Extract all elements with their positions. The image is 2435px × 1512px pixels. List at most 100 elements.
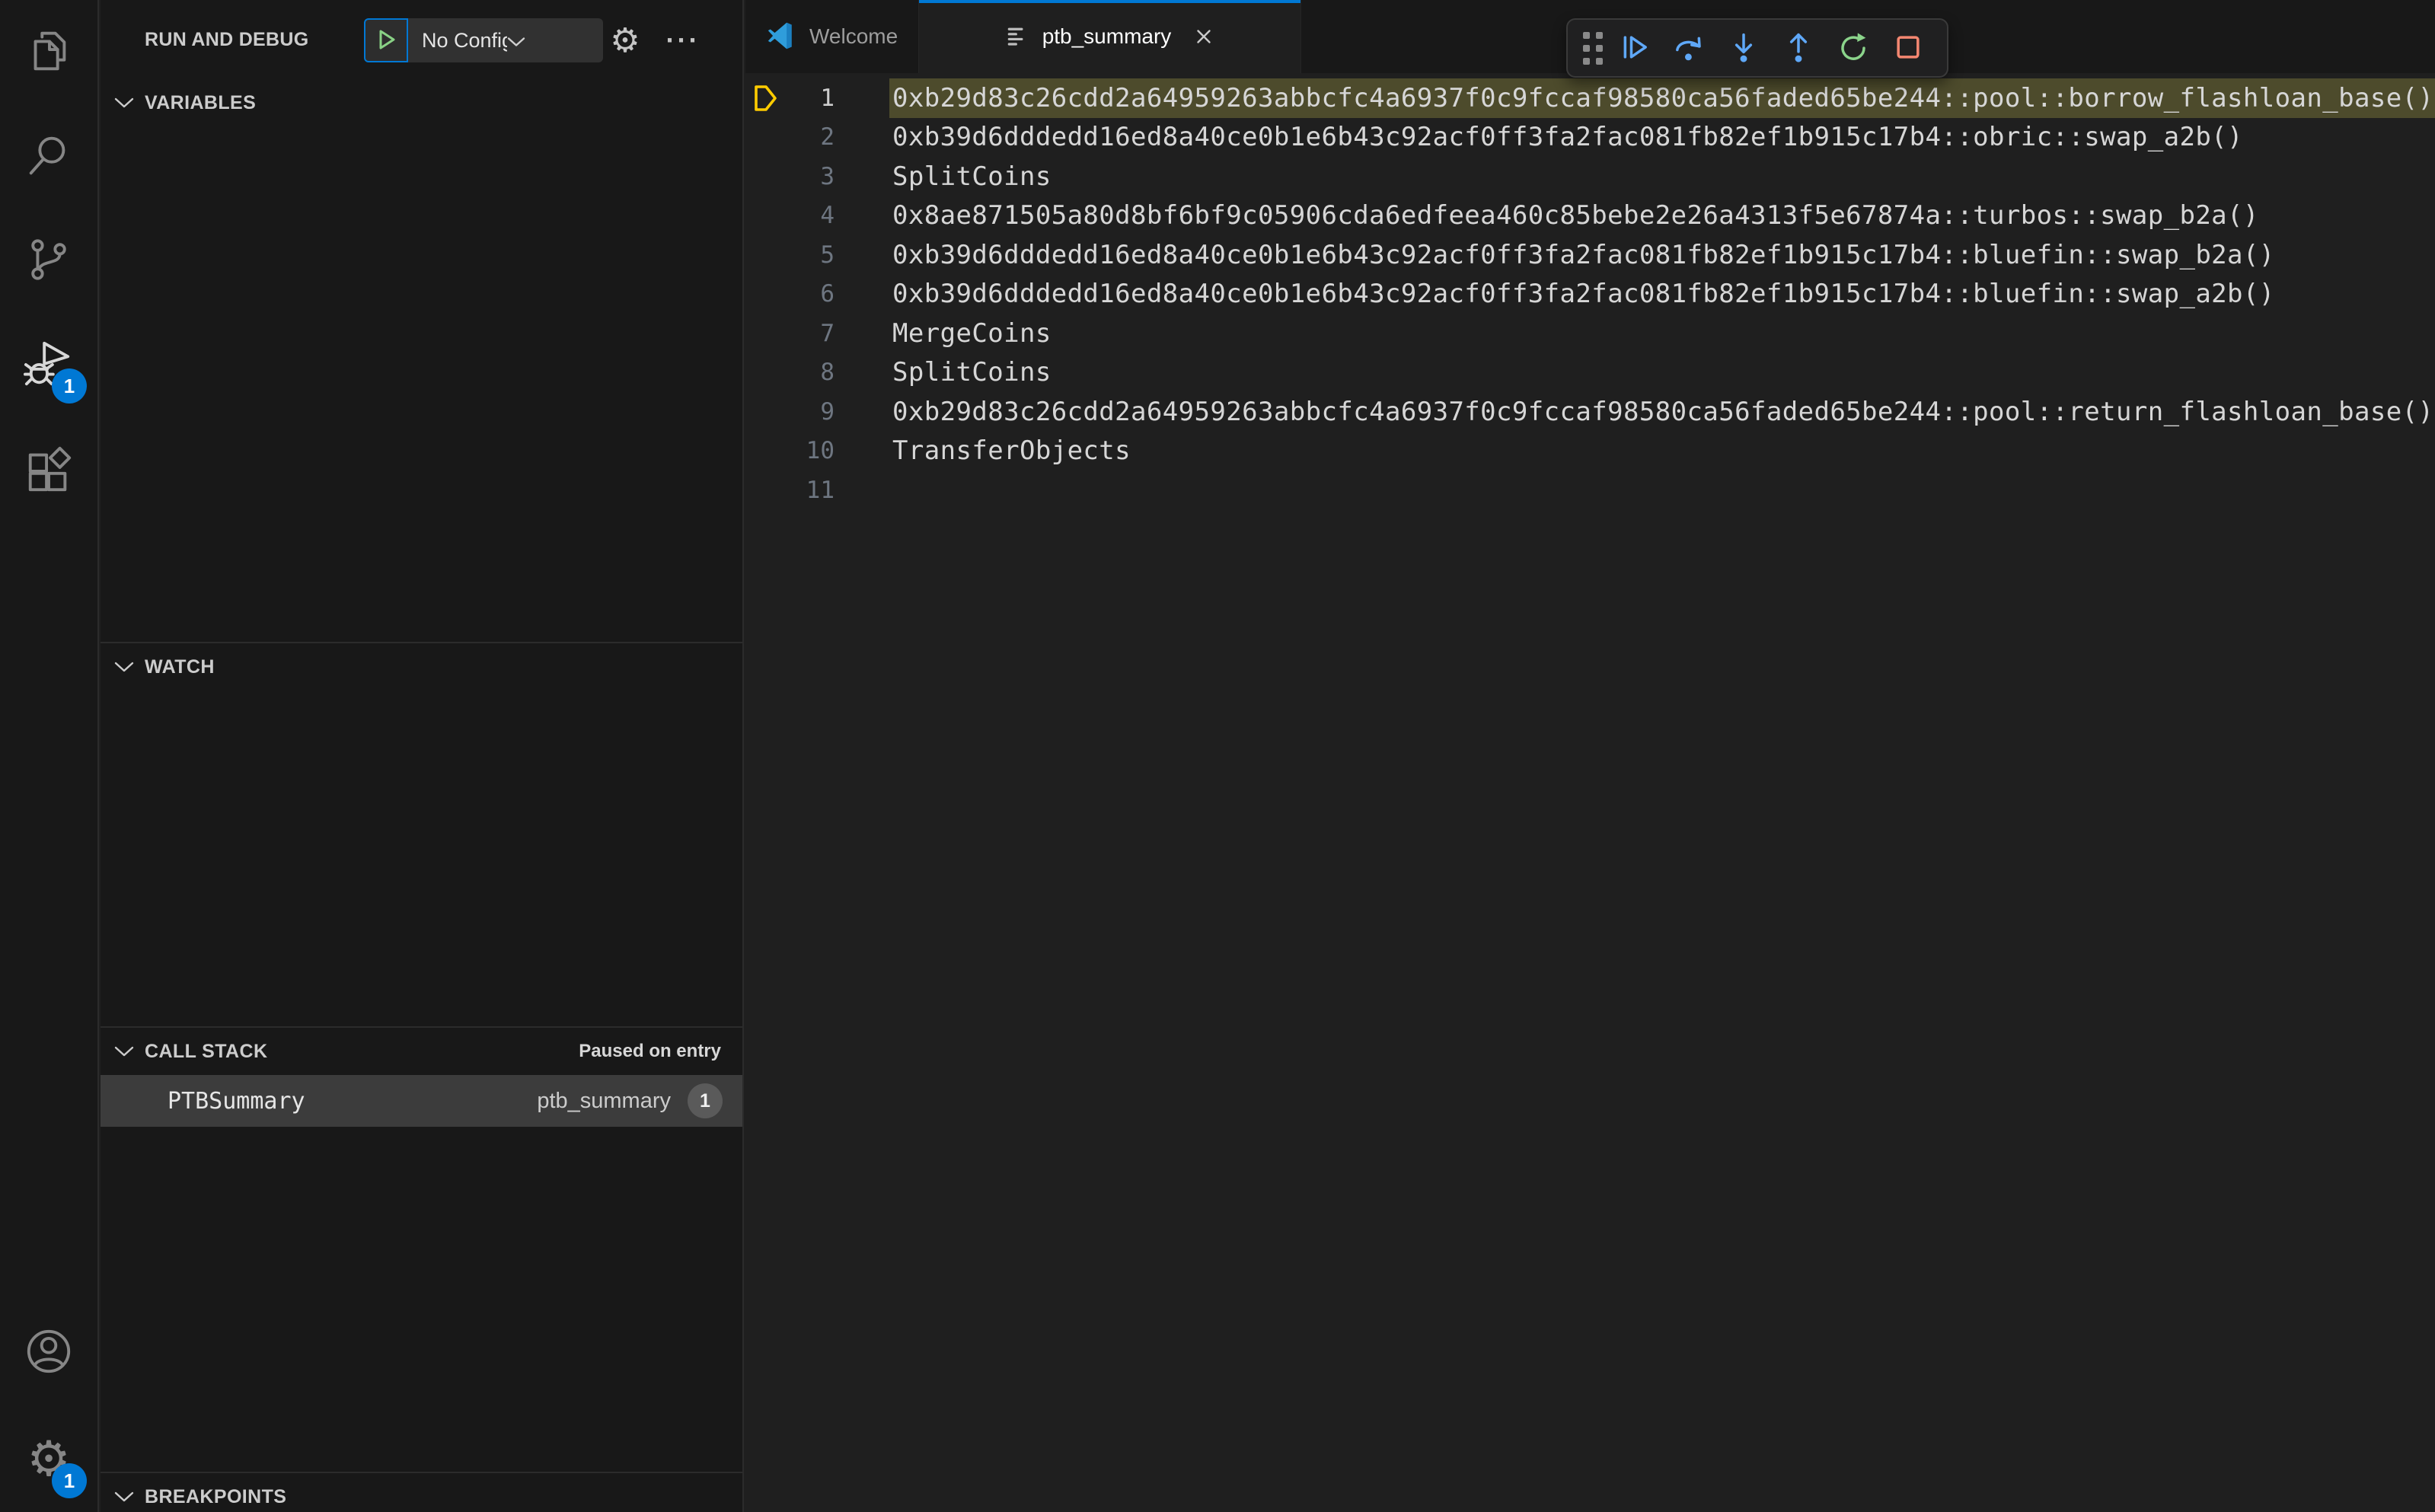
step-out-button[interactable]: [1775, 24, 1822, 72]
line-number: 1: [820, 84, 835, 112]
configuration-dropdown[interactable]: No Configur: [408, 18, 603, 62]
account-button[interactable]: [0, 1299, 97, 1405]
line-number: 5: [820, 241, 835, 269]
current-line-highlight: [889, 157, 2435, 196]
tab-welcome[interactable]: Welcome: [745, 0, 919, 73]
watch-section-label: WATCH: [145, 656, 215, 678]
frame-source: ptb_summary: [537, 1088, 671, 1113]
restart-icon: [1837, 31, 1869, 65]
run-and-debug-sidebar: RUN AND DEBUG No Configur ⚙ ···: [101, 0, 744, 1512]
line-number: 11: [806, 476, 835, 504]
close-icon[interactable]: [1192, 25, 1215, 48]
stop-button[interactable]: [1884, 24, 1932, 72]
sidebar-item-search[interactable]: [0, 104, 97, 209]
breakpoints-section-label: BREAKPOINTS: [145, 1485, 287, 1507]
drag-handle[interactable]: [1583, 31, 1603, 65]
current-line-highlight: [889, 353, 2435, 393]
start-debugging-button[interactable]: [364, 18, 408, 62]
step-into-button[interactable]: [1720, 24, 1767, 72]
continue-icon: [1618, 31, 1650, 65]
line-number-gutter[interactable]: 8: [745, 353, 892, 393]
debug-settings-gear-button[interactable]: ⚙: [603, 18, 647, 62]
code-line: 4 0x8ae871505a80d8bf6bf9c05906cda6edfeea…: [745, 196, 2435, 236]
call-stack-frame-row[interactable]: PTBSummary ptb_summary 1: [101, 1075, 742, 1127]
code-text[interactable]: 0xb29d83c26cdd2a64959263abbcfc4a6937f0c9…: [892, 83, 2433, 113]
breakpoints-section: BREAKPOINTS: [101, 1472, 742, 1512]
code-line: 5 0xb39d6dddedd16ed8a40ce0b1e6b43c92acf0…: [745, 235, 2435, 275]
search-icon: [24, 130, 74, 183]
chevron-down-icon: [114, 97, 134, 109]
views-more-actions-button[interactable]: ···: [661, 18, 705, 62]
line-number: 3: [820, 162, 835, 190]
sidebar-item-run-and-debug[interactable]: 1: [0, 313, 97, 417]
tab-ptb-summary[interactable]: ptb_summary: [919, 0, 1301, 73]
debug-toolbar: [1566, 18, 1948, 78]
line-number-gutter[interactable]: 10: [745, 432, 892, 471]
code-line: 8 SplitCoins: [745, 353, 2435, 393]
variables-section-header[interactable]: VARIABLES: [101, 79, 742, 126]
tab-label: Welcome: [809, 24, 898, 48]
code-line: 11: [745, 471, 2435, 510]
stop-icon: [1892, 31, 1924, 65]
gear-icon: ⚙: [610, 21, 640, 59]
sidebar-title: RUN AND DEBUG: [145, 28, 309, 50]
watch-section-header[interactable]: WATCH: [101, 643, 742, 691]
account-icon: [24, 1326, 74, 1379]
call-stack-section-label: CALL STACK: [145, 1040, 268, 1062]
code-text[interactable]: SplitCoins: [892, 161, 1052, 192]
chevron-down-icon: [114, 661, 134, 673]
breakpoints-section-header[interactable]: BREAKPOINTS: [101, 1473, 742, 1512]
code-text[interactable]: MergeCoins: [892, 318, 1052, 349]
sidebar-item-source-control[interactable]: [0, 209, 97, 313]
call-stack-section-header[interactable]: CALL STACK Paused on entry: [101, 1028, 742, 1075]
step-over-button[interactable]: [1665, 24, 1712, 72]
line-number: 7: [820, 319, 835, 347]
line-number-gutter[interactable]: 3: [745, 157, 892, 196]
line-number-gutter[interactable]: 11: [745, 471, 892, 510]
step-over-icon: [1673, 31, 1705, 65]
configuration-dropdown-label: No Configur: [422, 28, 507, 52]
chevron-down-icon: [114, 1045, 134, 1057]
code-editor: 1 0xb29d83c26cdd2a64959263abbcfc4a6937f0…: [745, 73, 2435, 1512]
variables-section-label: VARIABLES: [145, 91, 257, 113]
code-text[interactable]: SplitCoins: [892, 357, 1052, 388]
code-text[interactable]: 0xb39d6dddedd16ed8a40ce0b1e6b43c92acf0ff…: [892, 240, 2275, 270]
frame-meta: ptb_summary 1: [537, 1083, 723, 1118]
files-icon: [24, 26, 74, 78]
line-number-gutter[interactable]: 2: [745, 118, 892, 158]
continue-button[interactable]: [1610, 24, 1658, 72]
line-number-gutter[interactable]: 9: [745, 392, 892, 432]
ellipsis-icon: ···: [665, 24, 701, 56]
line-number: 4: [820, 202, 835, 230]
code-text[interactable]: 0x8ae871505a80d8bf6bf9c05906cda6edfeea46…: [892, 200, 2259, 231]
current-line-highlight: [889, 314, 2435, 353]
code-line: 10 TransferObjects: [745, 432, 2435, 471]
chevron-down-icon: [114, 1491, 134, 1503]
line-number-gutter[interactable]: 7: [745, 314, 892, 353]
settings-button[interactable]: ⚙ 1: [0, 1405, 97, 1512]
code-line: 3 SplitCoins: [745, 157, 2435, 196]
vscode-window: 1 ⚙ 1 RUN AND DEBUG No Confi ⚙ ··· VARIA…: [0, 0, 2435, 1512]
sidebar-item-extensions[interactable]: [0, 417, 97, 522]
watch-section: WATCH: [101, 642, 742, 1026]
step-out-icon: [1782, 31, 1814, 65]
code-line: 7 MergeCoins: [745, 314, 2435, 353]
restart-button[interactable]: [1830, 24, 1877, 72]
line-number-gutter[interactable]: 5: [745, 235, 892, 275]
editor-group: Welcome ptb_summary 1 0xb29d83c26cdd2a64…: [745, 0, 2435, 1512]
line-number-gutter[interactable]: 4: [745, 196, 892, 236]
frame-name: PTBSummary: [168, 1087, 305, 1115]
call-stack-status: Paused on entry: [579, 1041, 721, 1061]
activity-bar-bottom: ⚙ 1: [0, 1299, 97, 1512]
code-text[interactable]: 0xb39d6dddedd16ed8a40ce0b1e6b43c92acf0ff…: [892, 279, 2275, 309]
sidebar-item-explorer[interactable]: [0, 0, 97, 104]
code-line: 6 0xb39d6dddedd16ed8a40ce0b1e6b43c92acf0…: [745, 275, 2435, 314]
code-text[interactable]: 0xb29d83c26cdd2a64959263abbcfc4a6937f0c9…: [892, 397, 2433, 427]
step-into-icon: [1728, 31, 1760, 65]
debug-badge: 1: [52, 368, 87, 404]
line-number-gutter[interactable]: 1: [745, 78, 892, 118]
code-text[interactable]: 0xb39d6dddedd16ed8a40ce0b1e6b43c92acf0ff…: [892, 122, 2243, 152]
code-text[interactable]: TransferObjects: [892, 435, 1131, 466]
line-number: 2: [820, 123, 835, 152]
line-number-gutter[interactable]: 6: [745, 275, 892, 314]
